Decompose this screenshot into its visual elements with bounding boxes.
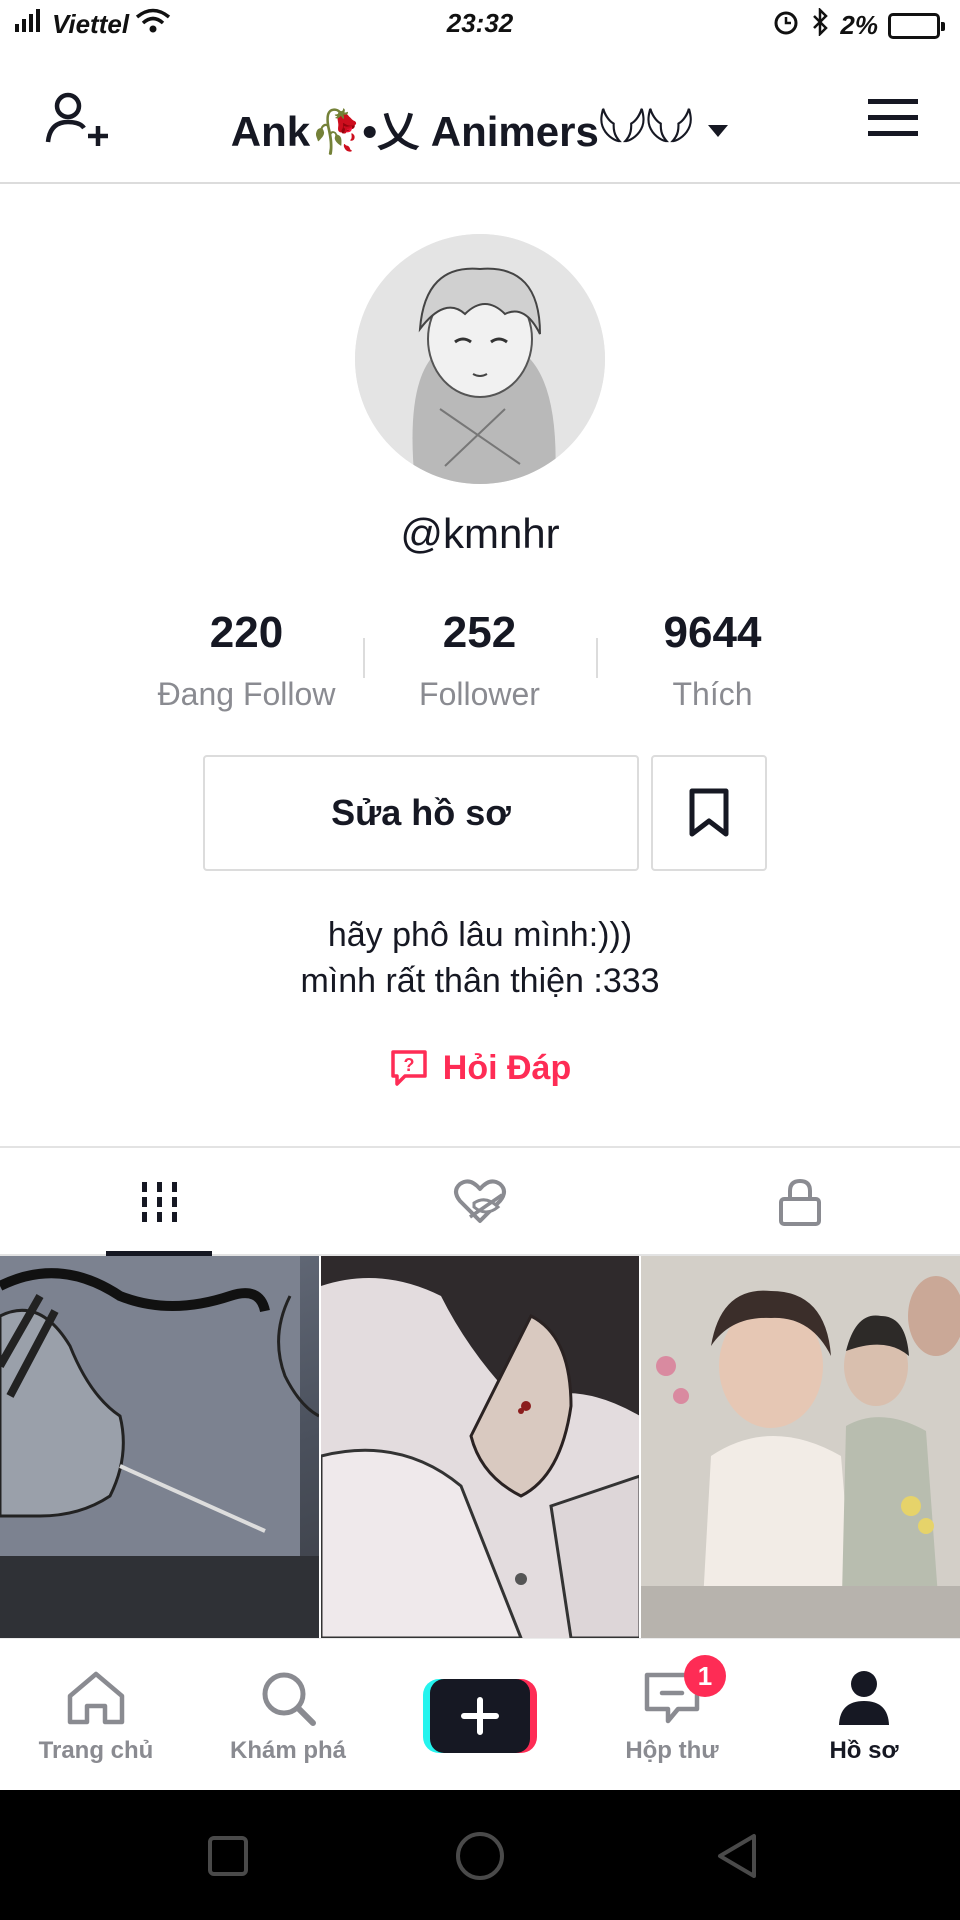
username-handle: @kmnhr: [400, 510, 560, 557]
profile-stats: 220 Đang Follow 252 Follower 9644 Thích: [130, 600, 830, 712]
nav-home[interactable]: Trang chủ: [0, 1639, 192, 1791]
lock-icon: [779, 1178, 821, 1226]
status-bar: Viettel 23:32 2%: [0, 0, 960, 48]
bluetooth-icon: [810, 6, 830, 43]
home-icon: [64, 1669, 128, 1727]
plus-icon: [430, 1679, 530, 1753]
home-system-button[interactable]: [452, 1828, 508, 1884]
profile-header: Ank🥀•乂 Animers𓆩𓆪𓆩𓆪: [0, 60, 960, 184]
following-stat[interactable]: 220 Đang Follow: [130, 600, 363, 712]
video-thumbnail[interactable]: [0, 1256, 319, 1638]
followers-count: 252: [442, 608, 517, 657]
battery-percent: 2%: [840, 10, 878, 40]
likes-stat[interactable]: 9644 Thích: [596, 600, 829, 712]
battery-icon: [888, 12, 945, 39]
likes-count: 9644: [663, 608, 762, 657]
create-button[interactable]: [423, 1679, 537, 1753]
edit-profile-button[interactable]: Sửa hồ sơ: [203, 755, 639, 871]
hamburger-icon: [868, 99, 918, 136]
recents-button[interactable]: [200, 1828, 256, 1884]
qa-link[interactable]: ? Hỏi Đáp: [0, 1048, 960, 1088]
back-button[interactable]: [710, 1828, 766, 1884]
alarm-icon: [772, 8, 800, 43]
triangle-back-icon: [718, 1834, 756, 1878]
video-thumbnail[interactable]: [641, 1256, 960, 1638]
profile-icon: [832, 1669, 896, 1727]
nav-discover[interactable]: Khám phá: [192, 1639, 384, 1791]
status-right: 2%: [772, 6, 945, 43]
account-switcher[interactable]: Ank🥀•乂 Animers𓆩𓆪𓆩𓆪: [200, 90, 760, 160]
tab-liked[interactable]: [320, 1148, 640, 1256]
profile-bio: hãy phô lâu mình:))) mình rất thân thiện…: [0, 912, 960, 1004]
nav-profile[interactable]: Hồ sơ: [768, 1639, 960, 1791]
bookmark-icon: [689, 788, 729, 837]
following-label: Đang Follow: [157, 676, 336, 712]
avatar[interactable]: [355, 234, 605, 484]
video-thumbnail-image: [641, 1256, 960, 1638]
circle-icon: [456, 1832, 504, 1880]
video-grid: [0, 1256, 960, 1638]
nav-inbox-label: Hộp thư: [625, 1737, 719, 1764]
nav-profile-label: Hồ sơ: [829, 1737, 899, 1764]
square-icon: [208, 1836, 248, 1876]
favorites-button[interactable]: [651, 755, 767, 871]
question-chat-icon: ?: [391, 1050, 427, 1086]
add-user-button[interactable]: [40, 84, 112, 156]
following-count: 220: [209, 608, 284, 657]
nav-discover-label: Khám phá: [229, 1737, 346, 1764]
nav-create[interactable]: [384, 1639, 576, 1791]
liked-hidden-icon: [454, 1179, 506, 1223]
video-thumbnail-image: [0, 1256, 319, 1638]
tab-videos[interactable]: [0, 1148, 320, 1256]
menu-button[interactable]: [866, 96, 920, 140]
search-icon: [256, 1669, 320, 1727]
content-tabs: [0, 1146, 960, 1256]
qa-label: Hỏi Đáp: [442, 1048, 572, 1087]
bottom-navigation: Trang chủ Khám phá 1 Hộp thư Hồ sơ: [0, 1638, 960, 1790]
bio-line-2: mình rất thân thiện :333: [300, 962, 660, 1000]
grid-icon: [142, 1182, 177, 1222]
tab-private[interactable]: [640, 1148, 960, 1256]
video-thumbnail[interactable]: [320, 1256, 640, 1638]
bio-line-1: hãy phô lâu mình:))): [327, 916, 633, 954]
video-thumbnail-image: [320, 1256, 640, 1638]
nav-home-label: Trang chủ: [38, 1737, 154, 1764]
account-name: Ank🥀•乂 Animers𓆩𓆪𓆩𓆪: [230, 108, 694, 155]
nav-inbox[interactable]: 1 Hộp thư: [576, 1639, 768, 1791]
followers-label: Follower: [419, 676, 540, 712]
followers-stat[interactable]: 252 Follower: [363, 600, 596, 712]
add-user-icon: [45, 92, 108, 146]
notification-badge: 1: [684, 1655, 726, 1697]
avatar-image: [355, 234, 605, 484]
caret-down-icon: [707, 101, 729, 149]
svg-text:?: ?: [403, 1055, 414, 1075]
system-navigation: [0, 1790, 960, 1920]
likes-label: Thích: [672, 676, 753, 712]
